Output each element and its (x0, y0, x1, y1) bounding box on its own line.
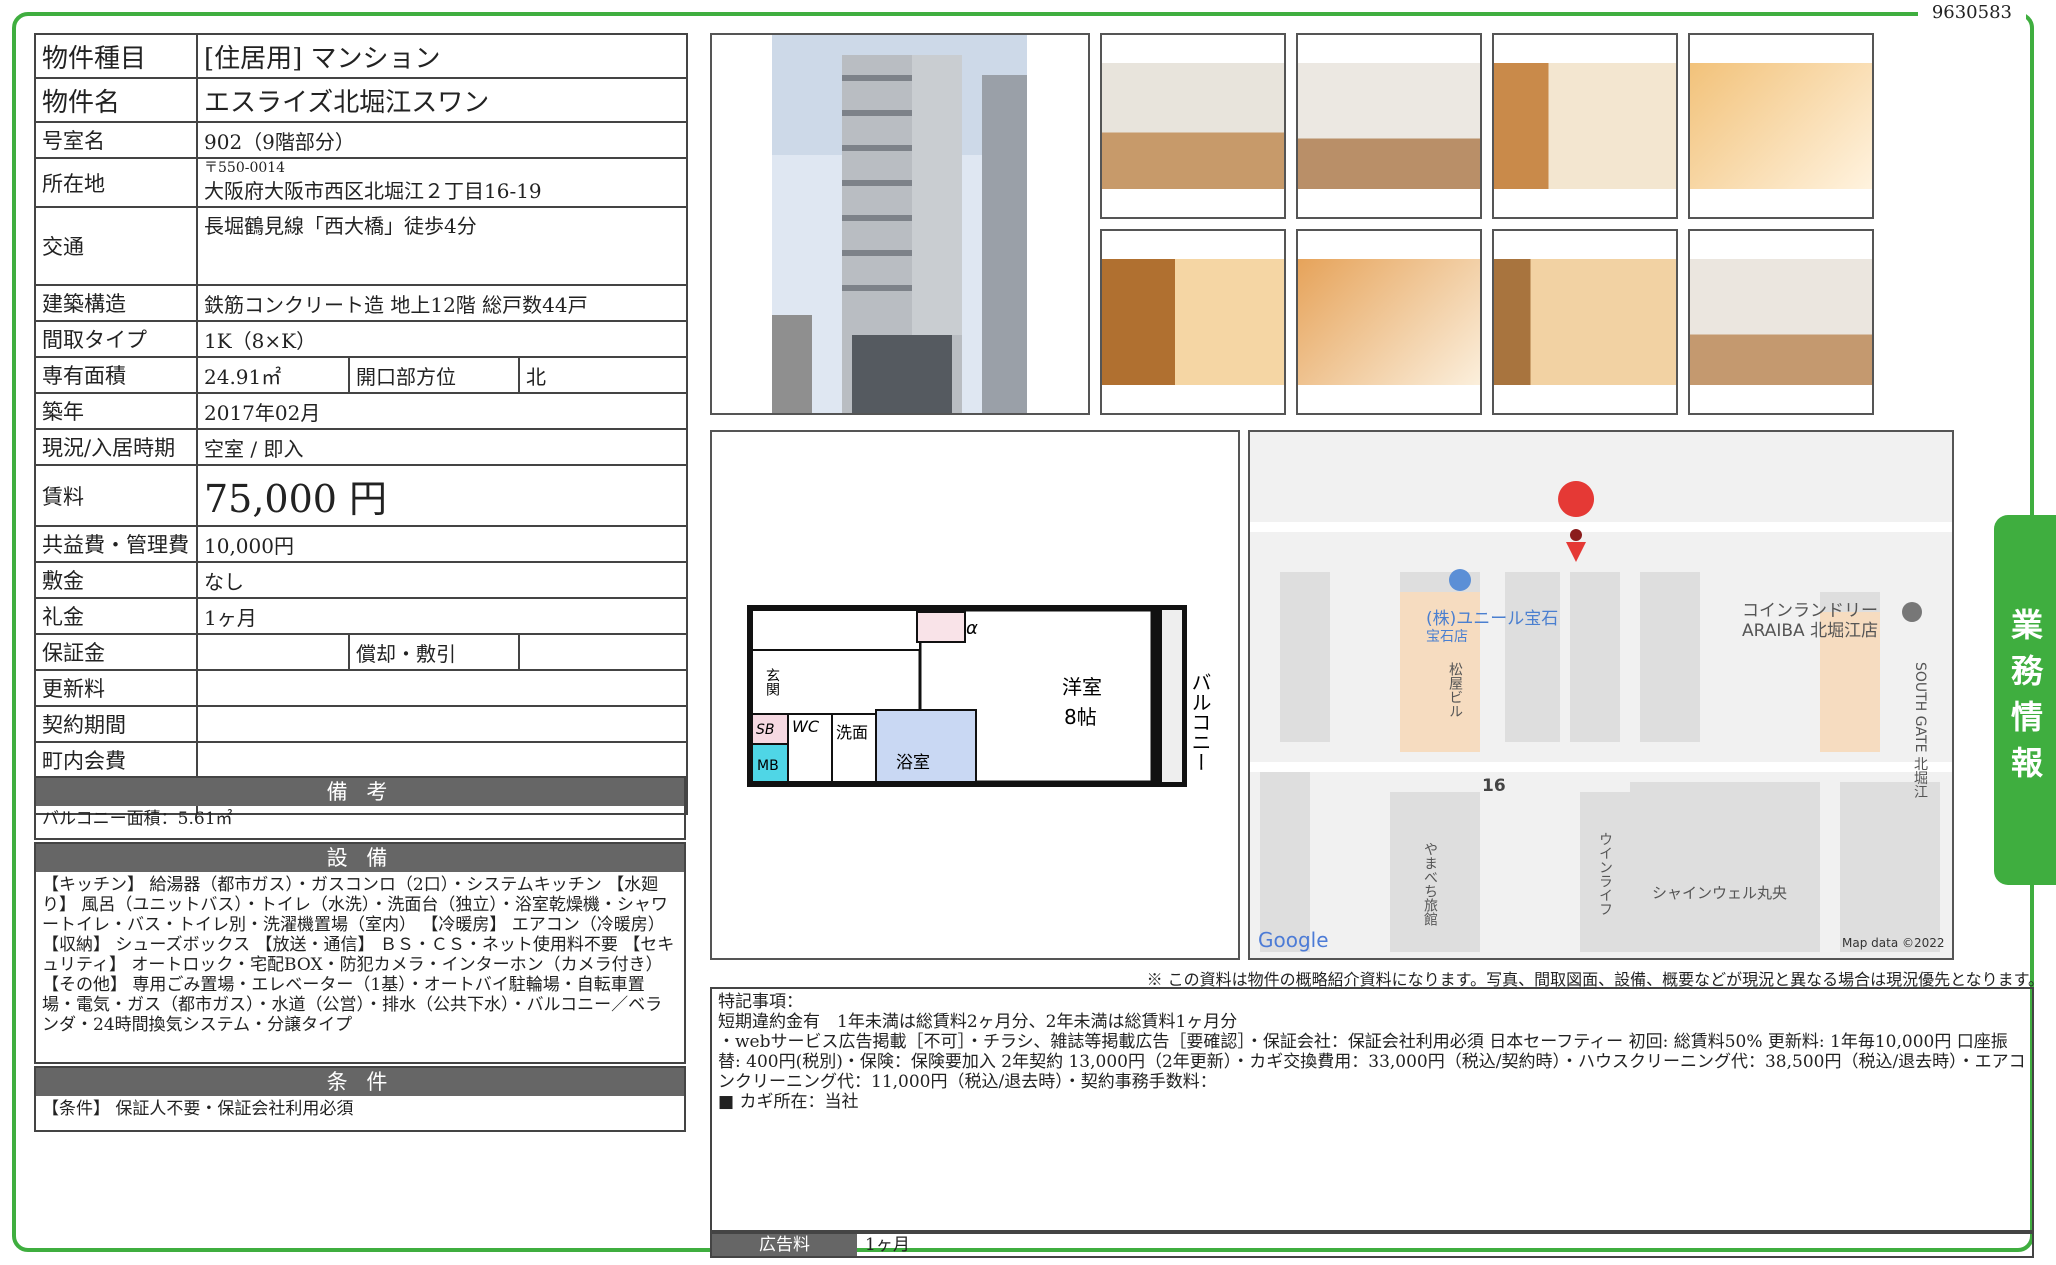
room-value: 902（9階部分） (195, 121, 689, 159)
amortization-label: 償却・敷引 (348, 633, 520, 671)
map-label-building4: シャインウェル丸央 (1652, 884, 1788, 902)
contract-label: 契約期間 (34, 705, 198, 743)
map-block-number: 16 (1482, 776, 1506, 796)
built-label: 築年 (34, 392, 198, 430)
floor-plan[interactable]: α 洋室 8帖 バルコニー 玄関 SB MB WC 洗面 浴室 (710, 430, 1240, 960)
fee-label: 共益費・管理費 (34, 525, 198, 563)
amortization-value (517, 633, 689, 671)
keymoney-value: 1ヶ月 (195, 597, 689, 635)
ad-fee-label: 広告料 (712, 1234, 857, 1256)
remarks-line-3: ・webサービス広告掲載［不可］・チラシ、雑誌等掲載広告［要確認］・保証会社：保… (718, 1032, 2026, 1092)
joken-header: 条 件 (36, 1068, 684, 1096)
access-label: 交通 (34, 206, 198, 286)
structure-value: 鉄筋コンクリート造 地上12階 総戸数44戸 (195, 284, 689, 322)
postal-code: 〒550-0014 (204, 160, 286, 176)
status-value: 空室 / 即入 (195, 428, 689, 466)
building-photo[interactable] (710, 33, 1090, 415)
property-info-table: 物件種目 [住居用] マンション 物件名 エスライズ北堀江スワン 号室名 902（9階… (34, 33, 689, 815)
layout-label: 間取タイプ (34, 320, 198, 358)
name-label: 物件名 (34, 77, 198, 123)
deposit-label: 敷金 (34, 561, 198, 599)
keymoney-label: 礼金 (34, 597, 198, 635)
setsubi-text: 【キッチン】 給湯器（都市ガス）・ガスコンロ（2口）・システムキッチン 【水廻り… (42, 875, 675, 1035)
biko-section: 備 考 バルコニー面積：5.61㎡ (34, 776, 686, 840)
building-image (772, 35, 1027, 413)
remarks-line-2: 短期違約金有 1年未満は総賃料2ヶ月分、2年未満は総賃料1ヶ月分 (718, 1012, 1238, 1032)
joken-text: 【条件】 保証人不要・保証会社利用必須 (42, 1099, 354, 1119)
balcony-label: バルコニー (1188, 672, 1212, 772)
interior-photo-7[interactable] (1492, 229, 1678, 415)
address-value: 大阪府大阪市西区北堀江２丁目16-19 (204, 179, 542, 203)
room-name-label: 洋室 (1062, 675, 1102, 699)
community-value (195, 741, 689, 779)
map-credit: Map data ©2022 (1842, 936, 1945, 950)
google-logo: Google (1258, 928, 1329, 952)
genkan-label: 玄関 (764, 667, 780, 697)
interior-photo-8[interactable] (1688, 229, 1874, 415)
remarks-box: 特記事項： 短期違約金有 1年未満は総賃料2ヶ月分、2年未満は総賃料1ヶ月分 ・… (710, 987, 2034, 1232)
senmen-label: 洗面 (836, 723, 868, 742)
wc-label: WC (792, 717, 820, 736)
rent-label: 賃料 (34, 464, 198, 527)
map-label-shop1-type: 宝石店 (1426, 629, 1468, 645)
interior-photo-6[interactable] (1296, 229, 1482, 415)
rent-value: 75,000 円 (195, 464, 689, 527)
interior-photo-4[interactable] (1688, 33, 1874, 219)
built-value: 2017年02月 (195, 392, 689, 430)
guarantee-label: 保証金 (34, 633, 198, 671)
community-label: 町内会費 (34, 741, 198, 779)
guarantee-value (196, 633, 350, 671)
type-label: 物件種目 (34, 33, 198, 79)
structure-label: 建築構造 (34, 284, 198, 322)
deposit-value: なし (195, 561, 689, 599)
biko-header: 備 考 (36, 778, 684, 806)
bath-label: 浴室 (896, 753, 930, 773)
location-map[interactable]: (株)ユニール宝石 宝石店 コインランドリー ARAIBA 北堀江店 SOUTH… (1248, 430, 1954, 960)
mb-label: MB (757, 758, 779, 774)
joken-section: 条 件 【条件】 保証人不要・保証会社利用必須 (34, 1066, 686, 1132)
document-id: 9630583 (1917, 2, 2026, 23)
fee-value: 10,000円 (195, 525, 689, 563)
ad-fee-bar: 広告料 1ヶ月 (710, 1232, 2034, 1258)
interior-photo-3[interactable] (1492, 33, 1678, 219)
room-size-label: 8帖 (1064, 705, 1097, 729)
orientation-label: 開口部方位 (348, 356, 520, 394)
layout-value: 1K（8×K） (195, 320, 689, 358)
setsubi-header: 設 備 (36, 844, 684, 872)
interior-photo-1[interactable] (1100, 33, 1286, 219)
interior-photo-5[interactable] (1100, 229, 1286, 415)
orientation-value: 北 (517, 356, 689, 394)
sb-label: SB (756, 722, 775, 738)
status-label: 現況/入居時期 (34, 428, 198, 466)
access-value: 長堀鶴見線「西大橋」徒歩4分 (195, 206, 689, 286)
remarks-line-4: ■ カギ所在：当社 (718, 1092, 859, 1112)
ad-fee-value: 1ヶ月 (865, 1235, 910, 1255)
name-value: エスライズ北堀江スワン (195, 77, 689, 123)
address-label: 所在地 (34, 157, 198, 208)
map-label-south-gate: SOUTH GATE 北堀江 (1912, 662, 1928, 799)
type-value: [住居用] マンション (195, 33, 689, 79)
room-label: 号室名 (34, 121, 198, 159)
map-label-shop2-branch: ARAIBA 北堀江店 (1742, 621, 1879, 641)
map-label-building1: 松屋ビル (1447, 662, 1463, 718)
area-label: 専有面積 (34, 356, 198, 394)
business-info-tab[interactable]: 業務情報 (1994, 515, 2056, 885)
map-label-building2: やまべち旅館 (1422, 842, 1438, 926)
interior-photo-2[interactable] (1296, 33, 1482, 219)
remarks-line-1: 特記事項： (718, 992, 803, 1012)
area-value: 24.91㎡ (196, 356, 350, 394)
address-cell: 〒550-0014 大阪府大阪市西区北堀江２丁目16-19 (195, 157, 689, 208)
renewal-label: 更新料 (34, 669, 198, 707)
contract-value (195, 705, 689, 743)
map-label-building3: ウインライフ (1597, 832, 1613, 916)
biko-text: バルコニー面積：5.61㎡ (42, 809, 233, 829)
floor-plan-drawing: α 洋室 8帖 バルコニー 玄関 SB MB WC 洗面 浴室 (747, 605, 1212, 787)
renewal-value (195, 669, 689, 707)
alpha-label: α (966, 618, 978, 639)
setsubi-section: 設 備 【キッチン】 給湯器（都市ガス）・ガスコンロ（2口）・システムキッチン … (34, 842, 686, 1064)
